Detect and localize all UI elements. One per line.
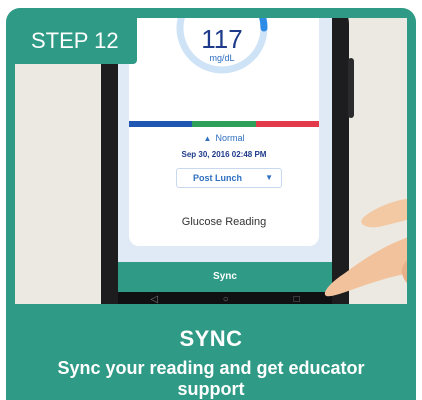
glucose-value: 117 — [201, 24, 243, 54]
phone-side-button — [348, 58, 354, 118]
step-card: STEP 12 117 mg/dL ▲ Normal Sep 30, 2016 … — [6, 8, 416, 400]
step-subtitle: Sync your reading and get educator suppo… — [57, 358, 365, 399]
range-high-segment — [255, 121, 319, 127]
step-badge: STEP 12 — [15, 18, 137, 64]
glucose-unit: mg/dL — [209, 53, 235, 63]
back-icon[interactable]: ◁ — [150, 294, 158, 305]
home-icon[interactable]: ○ — [223, 294, 229, 305]
sync-button[interactable]: Sync — [118, 262, 332, 292]
range-normal-segment — [192, 121, 256, 127]
caption-area: SYNC Sync your reading and get educator … — [6, 304, 416, 400]
reading-timestamp: Sep 30, 2016 02:48 PM — [181, 150, 267, 159]
range-bar — [129, 121, 319, 127]
hand-pointer-icon — [324, 198, 407, 297]
glucose-gauge: 117 mg/dL — [172, 18, 272, 78]
status-text: Normal — [215, 133, 245, 143]
meal-select[interactable]: Post Lunch ▼ — [176, 168, 282, 188]
range-low-segment — [129, 121, 193, 127]
triangle-up-icon: ▲ — [203, 134, 212, 143]
chevron-down-icon: ▼ — [265, 173, 273, 182]
phone-photo: STEP 12 117 mg/dL ▲ Normal Sep 30, 2016 … — [15, 18, 407, 304]
glucose-result-card: 117 mg/dL ▲ Normal Sep 30, 2016 02:48 PM … — [129, 18, 319, 246]
meal-select-value: Post Lunch — [193, 173, 242, 183]
android-nav-bar: ◁ ○ □ — [118, 292, 332, 304]
glucose-reading-label: Glucose Reading — [181, 216, 267, 228]
recents-icon[interactable]: □ — [294, 294, 300, 305]
status-indicator: ▲ Normal — [129, 133, 319, 143]
step-title: SYNC — [179, 326, 243, 351]
